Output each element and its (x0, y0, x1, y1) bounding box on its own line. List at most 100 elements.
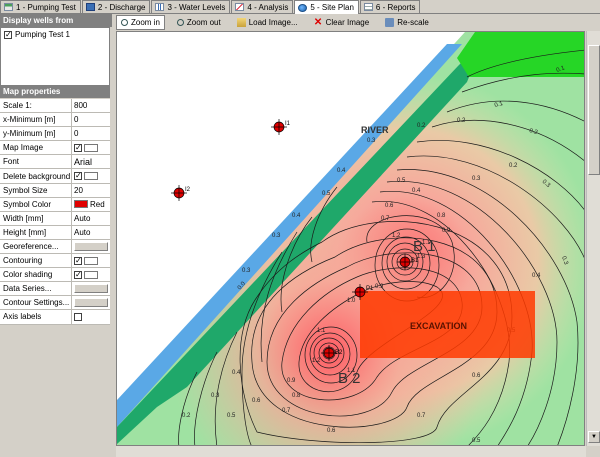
prop-axis-labels: Axis labels (0, 310, 110, 325)
svg-text:0.4: 0.4 (292, 213, 301, 219)
svg-text:0.5: 0.5 (472, 438, 481, 444)
svg-text:1.2: 1.2 (312, 358, 321, 364)
svg-text:0.7: 0.7 (417, 413, 426, 419)
tab-site-plan[interactable]: 5 - Site Plan (294, 0, 359, 14)
tab-water-levels[interactable]: 3 - Water Levels (151, 0, 231, 13)
scale-value[interactable]: 800 (72, 99, 110, 112)
b1-label: B 1 (413, 238, 436, 255)
rescale-button[interactable]: Re-scale (381, 15, 433, 30)
site-plan-map[interactable]: 0.1 0.1 0.2 0.3 0.3 0.2 0.3 0.4 0.5 0.6 … (116, 31, 585, 446)
load-image-button[interactable]: Load Image... (233, 15, 302, 30)
svg-text:1.2: 1.2 (392, 233, 401, 239)
svg-text:0.9: 0.9 (375, 284, 384, 290)
map-toolbar: Zoom in Zoom out Load Image... ✕ Clear Im… (112, 14, 600, 31)
x-minimum-value[interactable]: 0 (72, 113, 110, 126)
app-window: 1 - Pumping Test 2 - Discharge 3 - Water… (0, 0, 600, 457)
contouring-checkbox[interactable] (74, 256, 82, 265)
svg-text:0.2: 0.2 (457, 118, 466, 124)
prop-data-series: Data Series... (0, 282, 110, 297)
well-label-b2: B2 (335, 350, 343, 356)
data-series-button[interactable] (74, 284, 108, 294)
map-properties-grid: Scale 1: 800 x-Minimum [m] 0 y-Minimum [m]… (0, 99, 110, 325)
pumping-test-icon (4, 3, 13, 11)
svg-text:0.5: 0.5 (227, 413, 236, 419)
width-value[interactable]: Auto (72, 212, 110, 225)
svg-text:0.3: 0.3 (367, 138, 376, 144)
vertical-scroll-thumb[interactable] (588, 45, 600, 175)
prop-contour-settings: Contour Settings... (0, 296, 110, 311)
symbol-size-value[interactable]: 20 (72, 184, 110, 197)
clear-image-button[interactable]: ✕ Clear Image (310, 15, 374, 30)
svg-text:0.8: 0.8 (437, 213, 446, 219)
well-label-p1: P1 (366, 286, 374, 292)
svg-text:0.7: 0.7 (282, 408, 291, 414)
symbol-color-value[interactable]: Red (72, 198, 110, 211)
well-label-i2: I2 (185, 187, 191, 193)
contouring-swatch[interactable] (84, 256, 98, 265)
svg-text:0.6: 0.6 (472, 373, 481, 379)
svg-text:0.3: 0.3 (211, 393, 220, 399)
symbol-color-swatch (74, 200, 88, 209)
svg-text:0.6: 0.6 (252, 398, 261, 404)
b2-label: B 2 (338, 370, 361, 387)
prop-map-image: Map Image (0, 141, 110, 156)
y-minimum-value[interactable]: 0 (72, 127, 110, 140)
svg-text:0.4: 0.4 (412, 188, 421, 194)
tab-analysis[interactable]: 4 - Analysis (231, 0, 294, 13)
svg-text:0.4: 0.4 (532, 273, 541, 279)
wells-list: Pumping Test 1 (0, 27, 110, 94)
svg-text:0.2: 0.2 (509, 163, 518, 169)
zoom-in-icon (121, 19, 128, 26)
color-shading-swatch[interactable] (84, 270, 98, 279)
svg-text:0.4: 0.4 (337, 168, 346, 174)
svg-text:0.3: 0.3 (272, 233, 281, 239)
svg-text:0.6: 0.6 (327, 428, 336, 434)
excavation-label: EXCAVATION (410, 321, 467, 331)
discharge-icon (85, 3, 95, 11)
map-image-swatch[interactable] (84, 143, 98, 152)
prop-color-shading: Color shading (0, 268, 110, 283)
svg-text:0.6: 0.6 (385, 203, 394, 209)
svg-text:0.9: 0.9 (287, 378, 296, 384)
prop-symbol-size: Symbol Size 20 (0, 183, 110, 198)
wells-panel-title: Display wells from (0, 14, 112, 27)
prop-width: Width [mm] Auto (0, 211, 110, 226)
prop-y-minimum: y-Minimum [m] 0 (0, 127, 110, 142)
scroll-down-arrow[interactable]: ▼ (588, 431, 600, 443)
tab-pumping-test[interactable]: 1 - Pumping Test (0, 0, 81, 13)
prop-font: Font Arial (0, 155, 110, 170)
well-label-b1: B1 (411, 258, 419, 264)
river-label: RIVER (361, 125, 389, 135)
delete-background-swatch[interactable] (84, 172, 98, 181)
well-list-item[interactable]: Pumping Test 1 (1, 28, 109, 41)
svg-text:0.4: 0.4 (232, 370, 241, 376)
prop-symbol-color: Symbol Color Red (0, 197, 110, 212)
pumping-test-checkbox[interactable] (4, 30, 12, 39)
prop-delete-background: Delete background (0, 169, 110, 184)
georeference-button[interactable] (74, 241, 108, 251)
delete-background-checkbox[interactable] (74, 171, 82, 181)
zoom-out-button[interactable]: Zoom out (173, 15, 225, 30)
tab-reports[interactable]: 6 - Reports (359, 0, 421, 13)
height-value[interactable]: Auto (72, 226, 110, 239)
color-shading-checkbox[interactable] (74, 270, 82, 279)
axis-labels-checkbox[interactable] (74, 312, 82, 321)
svg-text:0.5: 0.5 (322, 191, 331, 197)
rescale-icon (385, 18, 395, 27)
map-image-checkbox[interactable] (74, 143, 82, 152)
site-plan-svg: 0.1 0.1 0.2 0.3 0.3 0.2 0.3 0.4 0.5 0.6 … (117, 32, 584, 445)
map-horizontal-scrollbar[interactable] (116, 446, 586, 457)
map-vertical-scrollbar[interactable]: ▼ (586, 31, 600, 446)
map-properties-title: Map properties (0, 85, 110, 98)
tab-bar: 1 - Pumping Test 2 - Discharge 3 - Water… (0, 0, 600, 14)
clear-image-icon: ✕ (313, 17, 323, 28)
svg-text:0.3: 0.3 (242, 268, 251, 274)
tab-discharge[interactable]: 2 - Discharge (81, 0, 151, 13)
svg-text:0.2: 0.2 (182, 413, 191, 419)
analysis-icon (235, 3, 245, 11)
contour-settings-button[interactable] (74, 298, 108, 308)
prop-georeference: Georeference... (0, 239, 110, 255)
svg-text:0.5: 0.5 (397, 178, 406, 184)
zoom-in-button[interactable]: Zoom in (116, 15, 165, 30)
font-value[interactable]: Arial (72, 155, 110, 168)
